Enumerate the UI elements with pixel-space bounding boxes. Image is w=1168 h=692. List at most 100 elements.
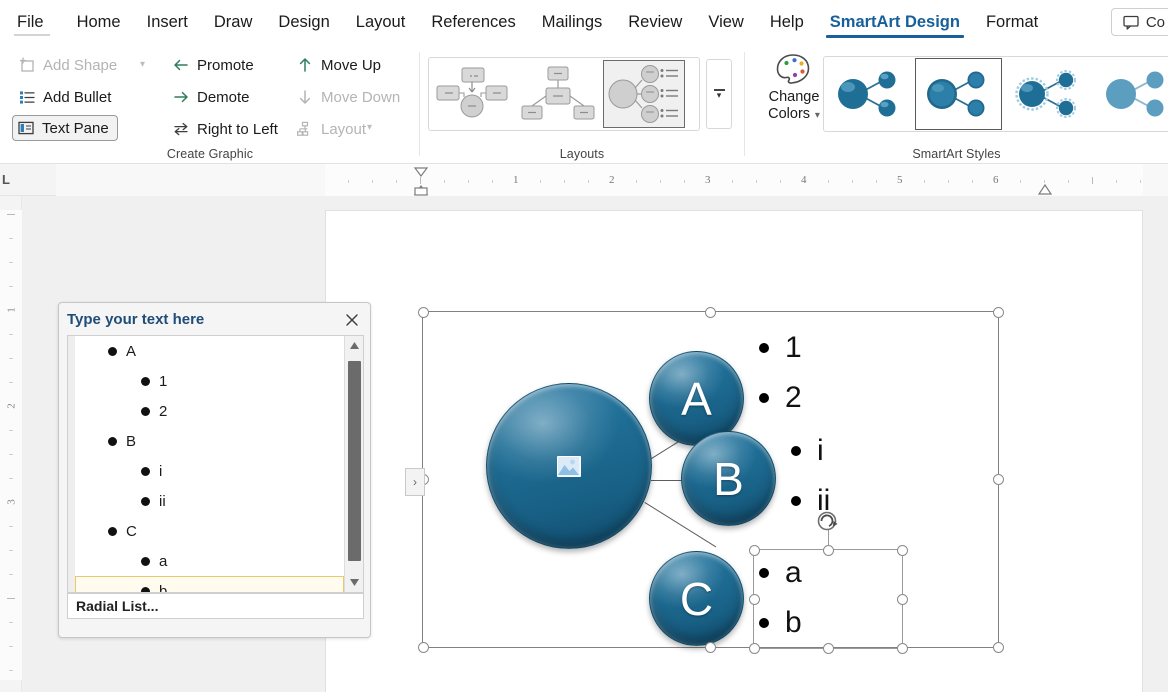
smartart-style-thumbnail-4[interactable]: [1094, 58, 1168, 130]
text-pane-list[interactable]: A12BiiiCab: [75, 336, 344, 592]
tab-draw[interactable]: Draw: [201, 0, 266, 44]
demote-button[interactable]: Demote: [168, 84, 254, 110]
scrollbar-thumb[interactable]: [348, 361, 361, 561]
resize-handle-e[interactable]: [897, 594, 908, 605]
smartart-bullet-item[interactable]: i: [791, 426, 830, 476]
horizontal-ruler[interactable]: L 123456: [0, 164, 1168, 196]
tab-review[interactable]: Review: [615, 0, 695, 44]
text-pane-row[interactable]: C: [75, 516, 344, 546]
change-colors-chevron-down-icon[interactable]: ▾: [812, 110, 820, 121]
add-shape-button[interactable]: Add Shape: [14, 52, 121, 78]
move-down-button[interactable]: Move Down: [292, 84, 404, 110]
resize-handle-nw[interactable]: [749, 545, 760, 556]
tab-references[interactable]: References: [418, 0, 528, 44]
smartart-bullet-item[interactable]: 2: [759, 373, 802, 423]
smartart-center-node[interactable]: [486, 383, 652, 549]
smartart-text-pane[interactable]: Type your text here A12BiiiCab Radial Li…: [58, 302, 371, 638]
tab-insert[interactable]: Insert: [134, 0, 201, 44]
resize-handle-w[interactable]: [749, 594, 760, 605]
comments-label: Co: [1146, 14, 1165, 31]
smartart-inner-selection-box[interactable]: [753, 549, 903, 649]
frame-handle-e[interactable]: [993, 474, 1004, 485]
tab-label: Help: [770, 13, 804, 32]
resize-handle-n[interactable]: [823, 545, 834, 556]
ruler-number: 2: [609, 174, 615, 186]
ruler-tick: [372, 180, 373, 183]
tab-home[interactable]: Home: [64, 0, 134, 44]
text-pane-row[interactable]: ii: [75, 486, 344, 516]
rotate-handle-icon[interactable]: [816, 508, 840, 532]
frame-handle-ne[interactable]: [993, 307, 1004, 318]
layout-chevron-down-icon[interactable]: ▾: [367, 123, 372, 133]
tab-file[interactable]: File: [0, 0, 64, 44]
frame-handle-nw[interactable]: [418, 307, 429, 318]
tab-format[interactable]: Format: [973, 0, 1051, 44]
text-pane-row[interactable]: i: [75, 456, 344, 486]
tab-smartart-design[interactable]: SmartArt Design: [817, 0, 973, 44]
smartart-node-c[interactable]: C: [649, 551, 744, 646]
resize-handle-se[interactable]: [897, 643, 908, 654]
scroll-up-arrow-icon[interactable]: [345, 336, 364, 355]
text-pane-scrollbar[interactable]: [344, 336, 363, 592]
vertical-ruler[interactable]: 123: [0, 196, 22, 692]
comments-button[interactable]: Co: [1111, 8, 1168, 36]
text-pane-row[interactable]: A: [75, 336, 344, 366]
add-shape-chevron-down-icon[interactable]: ▾: [140, 60, 145, 70]
smartart-bullet-label: 2: [785, 381, 802, 415]
scroll-down-arrow-icon[interactable]: [345, 573, 364, 592]
smartart-bullets-a[interactable]: 1 2: [759, 323, 802, 423]
text-pane-row[interactable]: B: [75, 426, 344, 456]
promote-button[interactable]: Promote: [168, 52, 258, 78]
tab-mailings[interactable]: Mailings: [529, 0, 616, 44]
tab-label: Home: [77, 13, 121, 32]
text-pane-row[interactable]: a: [75, 546, 344, 576]
tab-layout[interactable]: Layout: [343, 0, 419, 44]
smartart-graphic-frame[interactable]: A B C 1 2 i: [422, 311, 999, 648]
smartart-style-thumbnail-1[interactable]: [825, 58, 913, 130]
layouts-more-button[interactable]: ▾: [706, 59, 732, 129]
picture-placeholder-icon[interactable]: [557, 456, 581, 477]
smartart-text-pane-toggle[interactable]: ›: [405, 468, 425, 496]
bullet-dot-icon: [141, 587, 150, 593]
layout-hierarchy-icon: [296, 120, 314, 138]
frame-handle-se[interactable]: [993, 642, 1004, 653]
tab-design[interactable]: Design: [265, 0, 342, 44]
change-colors-button[interactable]: Change Colors ▾: [757, 52, 831, 123]
bullet-dot-icon: [141, 497, 150, 506]
layout-thumbnail-2[interactable]: [517, 60, 599, 128]
frame-handle-sw[interactable]: [418, 642, 429, 653]
tab-help[interactable]: Help: [757, 0, 817, 44]
layout-button[interactable]: Layout: [292, 116, 370, 142]
layouts-gallery[interactable]: [428, 57, 700, 131]
add-bullet-button[interactable]: Add Bullet: [14, 84, 115, 110]
tab-stop-selector[interactable]: L: [2, 172, 10, 187]
frame-handle-n[interactable]: [705, 307, 716, 318]
first-line-indent-marker[interactable]: [412, 166, 430, 196]
tab-view[interactable]: View: [695, 0, 756, 44]
smartart-node-b[interactable]: B: [681, 431, 776, 526]
smartart-style-thumbnail-3[interactable]: [1004, 58, 1092, 130]
resize-handle-sw[interactable]: [749, 643, 760, 654]
text-pane-toggle-button[interactable]: Text Pane: [12, 115, 118, 141]
right-indent-marker[interactable]: [1037, 184, 1053, 196]
text-pane-row[interactable]: 2: [75, 396, 344, 426]
text-pane-row[interactable]: 1: [75, 366, 344, 396]
ribbon-group-smartart-styles: Change Colors ▾: [745, 44, 1168, 164]
promote-label: Promote: [197, 57, 254, 74]
layout-thumbnail-1[interactable]: [431, 60, 513, 128]
smartart-bullet-item[interactable]: 1: [759, 323, 802, 373]
right-to-left-button[interactable]: Right to Left: [168, 116, 282, 142]
move-up-button[interactable]: Move Up: [292, 52, 385, 78]
smartart-styles-gallery[interactable]: [823, 56, 1168, 132]
text-pane-row[interactable]: b: [75, 576, 344, 592]
resize-handle-ne[interactable]: [897, 545, 908, 556]
smartart-style-thumbnail-2[interactable]: [915, 58, 1003, 130]
text-pane-body[interactable]: A12BiiiCab: [67, 335, 364, 593]
resize-handle-s[interactable]: [823, 643, 834, 654]
bullet-dot-icon: [141, 407, 150, 416]
ruler-tick: [468, 180, 469, 183]
frame-handle-s[interactable]: [705, 642, 716, 653]
text-pane-close-button[interactable]: [342, 310, 362, 330]
group-label-layouts: Layouts: [420, 147, 744, 161]
layout-thumbnail-3[interactable]: [603, 60, 685, 128]
